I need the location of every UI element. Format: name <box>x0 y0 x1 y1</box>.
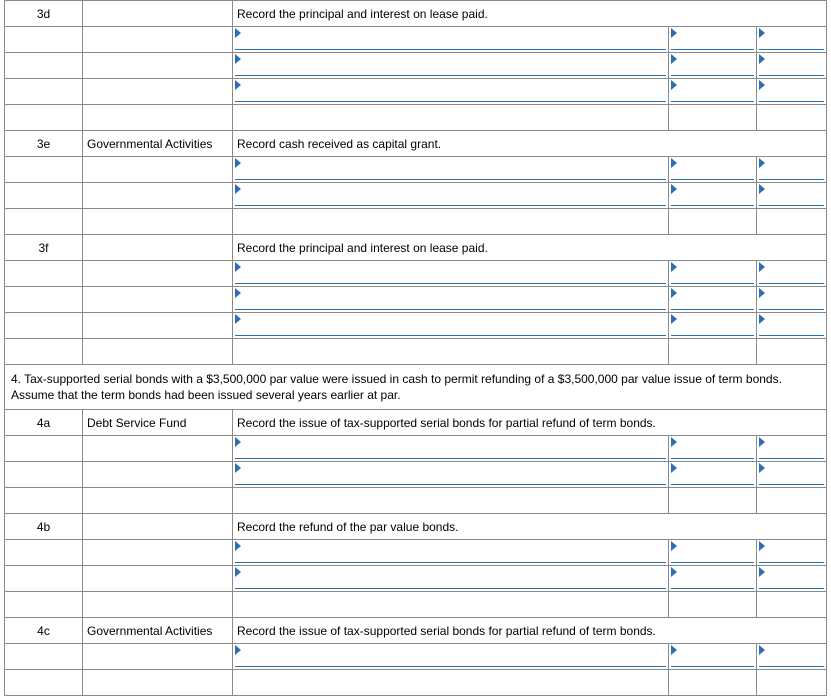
credit-input[interactable] <box>757 540 827 566</box>
debit-input[interactable] <box>669 53 757 79</box>
account-input[interactable] <box>233 183 669 209</box>
blank-row <box>5 488 827 514</box>
credit-input[interactable] <box>757 183 827 209</box>
journal-entry-line <box>5 644 827 670</box>
instruction-text: Record cash received as capital grant. <box>233 131 827 157</box>
journal-entry-line <box>5 157 827 183</box>
blank-row <box>5 592 827 618</box>
journal-entry-line <box>5 261 827 287</box>
fund-label: Governmental Activities <box>83 618 233 644</box>
credit-input[interactable] <box>757 79 827 105</box>
entry-id: 3d <box>5 1 83 27</box>
credit-input[interactable] <box>757 436 827 462</box>
fund-label: Debt Service Fund <box>83 410 233 436</box>
debit-input[interactable] <box>669 261 757 287</box>
entry-id: 4a <box>5 410 83 436</box>
instruction-text: Record the principal and interest on lea… <box>233 235 827 261</box>
fund-label <box>83 1 233 27</box>
journal-entry-line <box>5 462 827 488</box>
credit-input[interactable] <box>757 287 827 313</box>
credit-input[interactable] <box>757 157 827 183</box>
section-header-row: 4a Debt Service Fund Record the issue of… <box>5 410 827 436</box>
section-header-row: 4b Record the refund of the par value bo… <box>5 514 827 540</box>
debit-input[interactable] <box>669 157 757 183</box>
journal-entry-line <box>5 566 827 592</box>
section-header-row: 4c Governmental Activities Record the is… <box>5 618 827 644</box>
debit-input[interactable] <box>669 644 757 670</box>
entry-id: 3f <box>5 235 83 261</box>
journal-entry-line <box>5 27 827 53</box>
instruction-text: Record the principal and interest on lea… <box>233 1 827 27</box>
debit-input[interactable] <box>669 287 757 313</box>
entry-id: 4c <box>5 618 83 644</box>
account-input[interactable] <box>233 287 669 313</box>
journal-entry-line <box>5 313 827 339</box>
debit-input[interactable] <box>669 436 757 462</box>
instruction-text: Record the issue of tax-supported serial… <box>233 618 827 644</box>
section-header-row: 3e Governmental Activities Record cash r… <box>5 131 827 157</box>
journal-entry-line <box>5 436 827 462</box>
journal-entry-line <box>5 53 827 79</box>
instruction-text: Record the refund of the par value bonds… <box>233 514 827 540</box>
blank-row <box>5 339 827 365</box>
debit-input[interactable] <box>669 462 757 488</box>
journal-entry-line <box>5 287 827 313</box>
account-input[interactable] <box>233 313 669 339</box>
account-input[interactable] <box>233 540 669 566</box>
journal-entries-table: 3d Record the principal and interest on … <box>4 0 827 696</box>
entry-id: 4b <box>5 514 83 540</box>
credit-input[interactable] <box>757 462 827 488</box>
account-input[interactable] <box>233 462 669 488</box>
debit-input[interactable] <box>669 566 757 592</box>
fund-label <box>83 235 233 261</box>
debit-input[interactable] <box>669 540 757 566</box>
debit-input[interactable] <box>669 27 757 53</box>
debit-input[interactable] <box>669 313 757 339</box>
entry-id: 3e <box>5 131 83 157</box>
blank-row <box>5 105 827 131</box>
narrative-text: 4. Tax-supported serial bonds with a $3,… <box>5 365 827 410</box>
account-input[interactable] <box>233 566 669 592</box>
credit-input[interactable] <box>757 261 827 287</box>
fund-label <box>83 514 233 540</box>
account-input[interactable] <box>233 79 669 105</box>
journal-entry-line <box>5 183 827 209</box>
account-input[interactable] <box>233 644 669 670</box>
fund-label: Governmental Activities <box>83 131 233 157</box>
section-header-row: 3f Record the principal and interest on … <box>5 235 827 261</box>
debit-input[interactable] <box>669 79 757 105</box>
account-input[interactable] <box>233 27 669 53</box>
account-input[interactable] <box>233 436 669 462</box>
credit-input[interactable] <box>757 644 827 670</box>
instruction-text: Record the issue of tax-supported serial… <box>233 410 827 436</box>
account-input[interactable] <box>233 261 669 287</box>
journal-entry-line <box>5 540 827 566</box>
section-header-row: 3d Record the principal and interest on … <box>5 1 827 27</box>
blank-row <box>5 209 827 235</box>
journal-entry-line <box>5 79 827 105</box>
credit-input[interactable] <box>757 566 827 592</box>
credit-input[interactable] <box>757 27 827 53</box>
narrative-row: 4. Tax-supported serial bonds with a $3,… <box>5 365 827 410</box>
account-input[interactable] <box>233 157 669 183</box>
debit-input[interactable] <box>669 183 757 209</box>
credit-input[interactable] <box>757 53 827 79</box>
blank-row <box>5 670 827 696</box>
credit-input[interactable] <box>757 313 827 339</box>
account-input[interactable] <box>233 53 669 79</box>
